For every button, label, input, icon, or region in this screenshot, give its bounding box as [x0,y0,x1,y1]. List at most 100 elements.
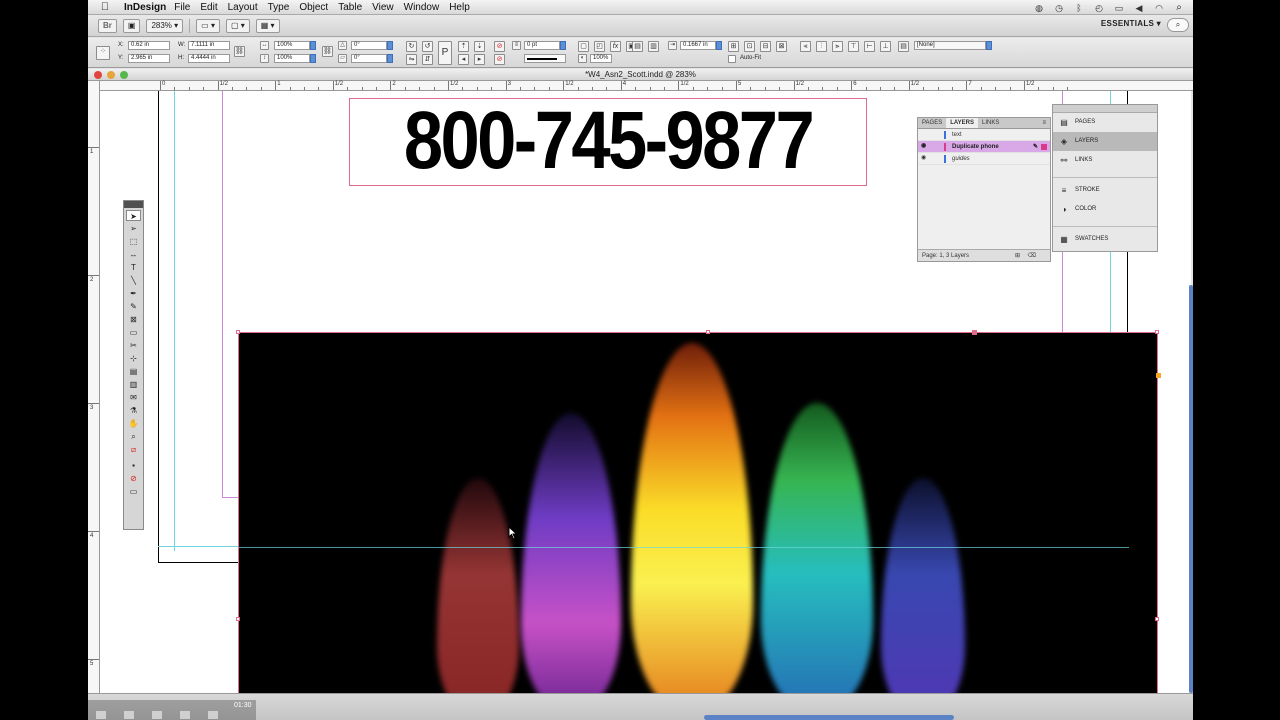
apply-none-icon[interactable]: ⊘ [126,473,141,484]
frame-handle-top-left[interactable] [236,330,240,334]
frame-handle-in-port[interactable] [972,330,977,335]
text-wrap-box-icon[interactable]: ▥ [648,41,659,52]
w-field[interactable]: 7.1111 in [188,41,230,50]
select-content-icon[interactable]: ⇣ [474,41,485,52]
frame-fitting-icon[interactable]: ⊞ [728,41,739,52]
align-right-icon[interactable]: ⫸ [832,41,843,52]
close-window-button[interactable] [94,71,102,79]
link-scale-icon[interactable]: ⛓ [322,46,333,57]
frame-handle-top-center[interactable] [706,330,710,334]
frame-handle-right-middle[interactable] [1155,617,1159,621]
app-name-menu[interactable]: InDesign [124,2,166,13]
dock-layers[interactable]: ◈ LAYERS [1053,132,1157,151]
align-middle-icon[interactable]: ⊢ [864,41,875,52]
menu-object[interactable]: Object [299,2,328,13]
apply-color-icon[interactable]: ▪ [126,460,141,471]
hand-tool-icon[interactable]: ✋ [126,418,141,429]
menu-edit[interactable]: Edit [200,2,217,13]
flip-horizontal-icon[interactable]: ⇋ [406,54,417,65]
dock-pages[interactable]: ▤ PAGES [1053,113,1157,132]
scale-x-spinner[interactable] [310,41,316,50]
rotate-spinner[interactable] [387,41,393,50]
zoom-level-select[interactable]: 283% ▾ [146,18,184,33]
fit-content-icon[interactable]: ⊡ [744,41,755,52]
pen-tool-icon[interactable]: ✒ [126,288,141,299]
layer-visibility-toggle[interactable] [921,131,929,138]
dock-stroke[interactable]: ≡ STROKE [1053,181,1157,200]
center-content-icon[interactable]: ⊠ [776,41,787,52]
select-container-icon[interactable]: ⇡ [458,41,469,52]
stroke-weight-spinner[interactable] [560,41,566,50]
rotate-cw-icon[interactable]: ↻ [406,41,417,52]
video-pause-icon[interactable] [124,711,134,719]
gap-tool-icon[interactable]: ↔ [126,249,141,260]
wifi-icon[interactable]: ◠ [1153,3,1165,13]
search-icon[interactable]: ⌕ [1167,18,1189,32]
layer-row-text[interactable]: text [918,129,1050,141]
corner-options-icon[interactable]: ◰ [594,41,605,52]
flip-vertical-icon[interactable]: ⇵ [422,54,433,65]
bridge-button[interactable]: Br [98,18,117,33]
select-previous-icon[interactable]: ◂ [458,54,469,65]
menu-table[interactable]: Table [338,2,362,13]
flame-image-frame[interactable] [238,332,1158,693]
time-machine-icon[interactable]: ◴ [1093,3,1105,13]
dock-grip[interactable] [1053,105,1157,113]
menu-layout[interactable]: Layout [228,2,258,13]
horizontal-ruler[interactable]: 0 1/2 1 1/2 2 1/2 3 1/2 4 1/2 5 1/2 6 1/2 7 1/2 [100,81,1193,91]
align-left-icon[interactable]: ⫷ [800,41,811,52]
dock-color[interactable]: ◑ COLOR [1053,200,1157,219]
align-center-icon[interactable]: ⫶ [816,41,827,52]
scale-y-field[interactable]: 100% [274,54,310,63]
arrange-documents-button[interactable]: ▦ ▾ [255,18,280,33]
stroke-weight-field[interactable]: 0 pt [524,41,560,50]
screen-mode-icon[interactable]: ▭ [126,486,141,497]
new-layer-icon[interactable]: ⊞ [1015,250,1020,262]
panel-menu-icon[interactable]: ≡ [1038,118,1050,128]
layer-row-duplicate-phone[interactable]: ◉ Duplicate phone ✎ [918,141,1050,153]
eye-icon[interactable]: ◉ [921,155,929,162]
fit-frame-icon[interactable]: ⊟ [760,41,771,52]
menu-window[interactable]: Window [404,2,440,13]
x-field[interactable]: 0.62 in [128,41,170,50]
apple-icon[interactable]:  [98,1,112,13]
frame-handle-top-right[interactable] [1155,330,1159,334]
line-tool-icon[interactable]: ╲ [126,275,141,286]
workspace-switcher[interactable]: ESSENTIALS ▾ [1101,19,1161,28]
vertical-ruler[interactable]: 1 2 3 4 5 [88,81,100,693]
object-style-select[interactable]: [None] [914,41,986,50]
video-forward-icon[interactable] [152,711,162,719]
minibridge-button[interactable]: ▣ [122,18,141,33]
trash-icon[interactable]: ⌫ [1028,250,1036,262]
rotate-field[interactable]: 0° [351,41,387,50]
video-volume-icon[interactable] [208,711,218,719]
dock-swatches[interactable]: ▦ SWATCHES [1053,230,1157,249]
minimize-window-button[interactable] [107,71,115,79]
horizontal-scrollbar[interactable] [704,715,954,720]
align-top-icon[interactable]: ⊤ [848,41,859,52]
menu-help[interactable]: Help [449,2,470,13]
h-field[interactable]: 4.4444 in [188,54,230,63]
rectangle-frame-tool-icon[interactable]: ⊠ [126,314,141,325]
sync-icon[interactable]: ◍ [1033,3,1045,13]
stroke-swatch-icon[interactable]: ⊘ [494,54,505,65]
auto-fit-checkbox[interactable] [728,55,736,63]
selected-item-square-icon[interactable] [1041,144,1047,150]
effects-icon[interactable]: fx [610,41,621,52]
page-tool-icon[interactable]: ⬚ [126,236,141,247]
select-next-icon[interactable]: ▸ [474,54,485,65]
display-icon[interactable]: ▭ [1113,3,1125,13]
scissors-tool-icon[interactable]: ✂ [126,340,141,351]
phone-number-text[interactable]: 800-745-9877 [386,97,830,185]
tools-panel-grip[interactable] [124,201,143,208]
tab-pages[interactable]: PAGES [918,118,946,128]
align-bottom-icon[interactable]: ⊥ [880,41,891,52]
gradient-swatch-tool-icon[interactable]: ▤ [126,366,141,377]
menu-file[interactable]: File [174,2,190,13]
frame-handle-out-port[interactable] [1156,373,1161,378]
scale-x-field[interactable]: 100% [274,41,310,50]
tab-layers[interactable]: LAYERS [946,118,979,128]
shear-spinner[interactable] [387,54,393,63]
text-wrap-none-icon[interactable]: ▤ [632,41,643,52]
gradient-feather-tool-icon[interactable]: ▥ [126,379,141,390]
